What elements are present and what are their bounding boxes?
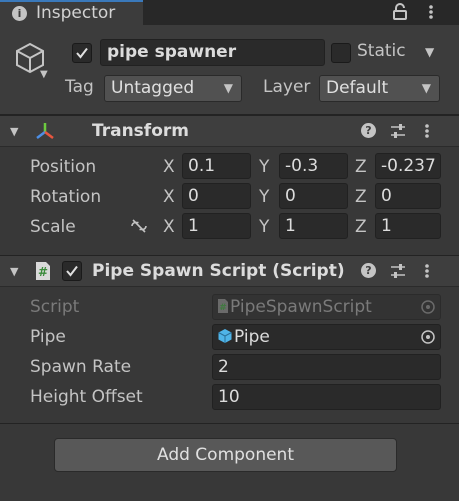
script-reference-value: PipeSpawnScript: [230, 297, 372, 317]
spawn-rate-field[interactable]: 2: [212, 354, 441, 380]
axis-z-label[interactable]: Z: [355, 187, 367, 207]
scale-x-field[interactable]: 1: [182, 213, 251, 239]
unlink-scale-icon[interactable]: [129, 218, 149, 234]
foldout-arrow-icon[interactable]: ▼: [10, 125, 18, 138]
icon-dropdown-icon[interactable]: ▼: [40, 69, 48, 80]
scale-z-field[interactable]: 1: [375, 213, 441, 239]
separator: [0, 423, 459, 424]
pipe-label: Pipe: [30, 327, 66, 347]
script-enabled-checkbox[interactable]: [62, 261, 82, 281]
pipe-object-field[interactable]: Pipe: [212, 324, 441, 350]
gameobject-name-field[interactable]: pipe spawner: [100, 39, 325, 66]
transform-axes-icon: [36, 123, 54, 139]
scale-label: Scale: [30, 217, 76, 237]
position-z-field[interactable]: -0.237: [375, 153, 441, 179]
axis-x-label[interactable]: X: [163, 217, 175, 237]
script-component-title: Pipe Spawn Script (Script): [92, 261, 345, 281]
script-reference-field: # PipeSpawnScript: [212, 294, 441, 320]
add-component-button[interactable]: Add Component: [54, 438, 397, 472]
layer-label: Layer: [263, 77, 311, 97]
svg-text:#: #: [38, 265, 48, 279]
svg-text:#: #: [219, 303, 227, 313]
pipe-spawn-script-body: Script # PipeSpawnScript Pipe Pipe Spawn…: [0, 287, 459, 423]
object-picker-icon: [421, 300, 435, 314]
axis-z-label[interactable]: Z: [355, 217, 367, 237]
chevron-down-icon: ▼: [223, 81, 233, 95]
axis-x-label[interactable]: X: [163, 157, 175, 177]
tag-dropdown[interactable]: Untagged ▼: [104, 75, 242, 102]
transform-header[interactable]: ▼ Transform ?: [0, 115, 459, 147]
rotation-z-field[interactable]: 0: [375, 183, 441, 209]
chevron-down-icon: ▼: [421, 81, 431, 95]
spawn-rate-label: Spawn Rate: [30, 357, 132, 377]
presets-icon[interactable]: [390, 263, 406, 279]
tag-label: Tag: [65, 77, 94, 97]
transform-title: Transform: [92, 121, 189, 141]
static-label: Static: [357, 41, 406, 61]
foldout-arrow-icon[interactable]: ▼: [10, 265, 18, 278]
static-dropdown-icon[interactable]: ▼: [425, 45, 434, 59]
rotation-label: Rotation: [30, 187, 102, 207]
object-picker-icon[interactable]: [420, 329, 436, 345]
script-label: Script: [30, 297, 80, 317]
static-checkbox[interactable]: [331, 43, 351, 63]
tag-value: Untagged: [111, 78, 195, 98]
checkmark-icon: [76, 47, 88, 59]
pipe-object-value: Pipe: [234, 327, 270, 347]
position-y-field[interactable]: -0.3: [279, 153, 348, 179]
tab-label: Inspector: [36, 3, 116, 23]
presets-icon[interactable]: [390, 123, 406, 139]
csharp-script-icon: #: [218, 299, 228, 313]
help-icon[interactable]: ?: [361, 263, 376, 278]
pipe-spawn-script-header[interactable]: ▼ # Pipe Spawn Script (Script) ?: [0, 255, 459, 287]
info-icon: i: [12, 6, 27, 21]
tab-bar: i Inspector: [0, 0, 459, 25]
checkmark-icon: [66, 265, 78, 277]
scale-y-field[interactable]: 1: [279, 213, 348, 239]
transform-body: Position X 0.1 Y -0.3 Z -0.237 Rotation …: [0, 147, 459, 255]
height-offset-label: Height Offset: [30, 387, 143, 407]
prefab-cube-icon: [218, 329, 232, 343]
help-icon[interactable]: ?: [361, 123, 376, 138]
kebab-menu-icon[interactable]: [422, 122, 432, 140]
layer-value: Default: [326, 78, 389, 98]
csharp-script-icon: #: [36, 262, 50, 280]
axis-x-label[interactable]: X: [163, 187, 175, 207]
active-checkbox[interactable]: [72, 43, 92, 63]
position-label: Position: [30, 157, 97, 177]
kebab-menu-icon[interactable]: [422, 262, 432, 280]
tab-inspector[interactable]: i Inspector: [0, 0, 143, 25]
gameobject-header: ▼ pipe spawner Static ▼ Tag Untagged ▼ L…: [0, 25, 459, 115]
axis-y-label[interactable]: Y: [259, 187, 269, 207]
rotation-y-field[interactable]: 0: [279, 183, 348, 209]
axis-y-label[interactable]: Y: [259, 157, 269, 177]
layer-dropdown[interactable]: Default ▼: [319, 75, 440, 102]
lock-icon[interactable]: [391, 3, 409, 21]
axis-y-label[interactable]: Y: [259, 217, 269, 237]
kebab-menu-icon[interactable]: [425, 3, 437, 21]
axis-z-label[interactable]: Z: [355, 157, 367, 177]
rotation-x-field[interactable]: 0: [182, 183, 251, 209]
height-offset-field[interactable]: 10: [212, 384, 441, 410]
position-x-field[interactable]: 0.1: [182, 153, 251, 179]
